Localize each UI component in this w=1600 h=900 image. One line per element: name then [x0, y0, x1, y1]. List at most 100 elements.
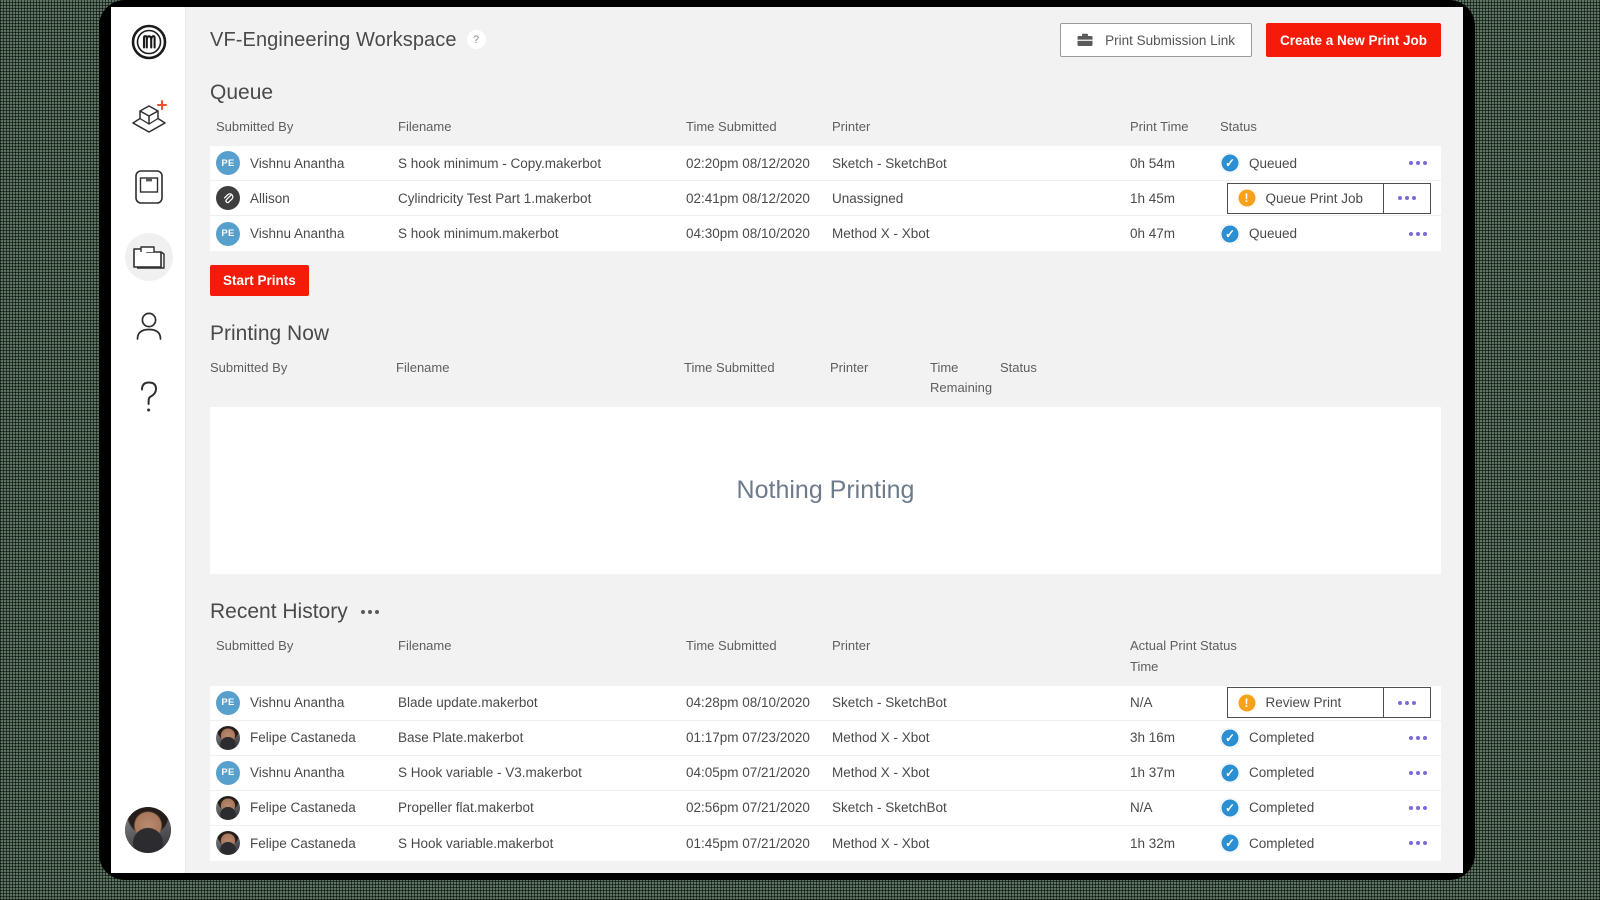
create-new-print-job-button[interactable]: Create a New Print Job: [1265, 23, 1441, 57]
cell-duration: 1h 45m: [1130, 190, 1176, 206]
queue-section-title: Queue: [210, 81, 1441, 105]
avatar-photo: [125, 807, 171, 853]
cell-printer: Method X - Xbot: [832, 835, 930, 851]
cell-submitted-by: Felipe Castaneda: [210, 831, 398, 856]
row-more-options-icon[interactable]: [1407, 836, 1429, 850]
app-window: VF-Engineering Workspace? Print Submissi…: [111, 7, 1463, 873]
cell-time-submitted: 01:17pm 07/23/2020: [686, 730, 810, 746]
table-row[interactable]: Felipe Castaneda S Hook variable.makerbot…: [210, 825, 1441, 861]
avatar-photo: [216, 795, 240, 820]
sidebar-item-account[interactable]: [111, 292, 186, 362]
row-menu-button[interactable]: [1370, 766, 1441, 780]
submitted-by-name: Allison: [250, 190, 290, 206]
cell-time-submitted: 04:05pm 07/21/2020: [686, 765, 810, 781]
status-label: Completed: [1249, 800, 1315, 816]
table-row[interactable]: PE Vishnu Anantha Blade update.makerbot 04:…: [210, 685, 1441, 721]
print-submission-link-label: Print Submission Link: [1105, 32, 1235, 48]
main-content: VF-Engineering Workspace? Print Submissi…: [186, 7, 1463, 873]
sidebar-item-print-queue[interactable]: [111, 222, 186, 292]
printing-now-section-title: Printing Now: [210, 322, 1441, 346]
status-action-box[interactable]: ! Queue Print Job: [1226, 182, 1431, 214]
table-row[interactable]: Felipe Castaneda Propeller flat.makerbot 0…: [210, 790, 1441, 826]
recent-history-title-text: Recent History: [210, 600, 348, 624]
pn-col-time-remaining: Time Remaining: [930, 360, 993, 396]
status-badge[interactable]: ! Queue Print Job: [1228, 188, 1383, 209]
status-badge[interactable]: ! Review Print: [1228, 692, 1383, 713]
sidebar-item-help[interactable]: [111, 362, 186, 432]
row-more-options-icon[interactable]: [1396, 696, 1418, 710]
row-more-options-icon[interactable]: [1407, 227, 1429, 241]
rh-col-status: Status: [1200, 638, 1237, 654]
briefcase-icon: [1077, 33, 1093, 47]
cell-filename: Propeller flat.makerbot: [398, 800, 534, 816]
status-action-box[interactable]: ! Review Print: [1226, 687, 1431, 719]
cell-submitted-by: PE Vishnu Anantha: [210, 760, 398, 785]
cell-submitted-by: Allison: [210, 186, 398, 211]
avatar-photo: [216, 831, 240, 856]
row-more-options-icon[interactable]: [1407, 156, 1429, 170]
recent-history-table-body: PE Vishnu Anantha Blade update.makerbot 04:…: [210, 685, 1441, 861]
queue-col-filename: Filename: [398, 119, 452, 134]
question-mark-icon: [134, 378, 164, 416]
recent-history-more-options-icon[interactable]: [359, 605, 381, 619]
help-badge-icon[interactable]: ?: [466, 30, 486, 49]
cell-filename: S hook minimum.makerbot: [398, 226, 559, 242]
person-icon: [133, 310, 165, 344]
status-label: Queued: [1249, 155, 1298, 171]
check-circle-icon: ✓: [1220, 153, 1240, 174]
cell-filename: S hook minimum - Copy.makerbot: [398, 155, 602, 171]
left-sidebar: [111, 7, 186, 873]
row-menu-button[interactable]: [1370, 801, 1441, 815]
check-circle-icon: ✓: [1220, 797, 1240, 818]
row-menu-button[interactable]: [1370, 836, 1441, 850]
rh-col-actual-print-time: Actual Print Time: [1130, 638, 1197, 674]
status-badge: ✓ Completed: [1220, 833, 1370, 854]
row-menu-button[interactable]: [1384, 191, 1430, 205]
rh-col-printer: Printer: [832, 638, 871, 654]
row-more-options-icon[interactable]: [1407, 801, 1429, 815]
cell-duration: N/A: [1130, 800, 1153, 816]
table-row[interactable]: Felipe Castaneda Base Plate.makerbot 01:17…: [210, 720, 1441, 756]
cell-filename: Blade update.makerbot: [398, 695, 538, 711]
row-more-options-icon[interactable]: [1407, 731, 1429, 745]
submitted-by-name: Felipe Castaneda: [250, 835, 356, 851]
user-avatar[interactable]: [125, 807, 171, 853]
row-menu-button[interactable]: [1370, 731, 1441, 745]
cell-printer: Unassigned: [832, 190, 904, 206]
print-submission-link-button[interactable]: Print Submission Link: [1060, 23, 1252, 57]
row-menu-button[interactable]: [1370, 156, 1441, 170]
row-more-options-icon[interactable]: [1407, 766, 1429, 780]
printer-icon: [132, 167, 166, 207]
start-prints-button[interactable]: Start Prints: [210, 265, 309, 297]
status-label: Completed: [1249, 730, 1315, 746]
status-label: Queued: [1249, 226, 1298, 242]
table-row[interactable]: Allison Cylindricity Test Part 1.makerbot…: [210, 181, 1441, 217]
cell-time-submitted: 02:20pm 08/12/2020: [686, 155, 810, 171]
rh-col-time-submitted: Time Submitted: [686, 638, 777, 654]
top-bar: VF-Engineering Workspace? Print Submissi…: [186, 7, 1463, 73]
avatar-initials: PE: [216, 690, 240, 715]
table-row[interactable]: PE Vishnu Anantha S Hook variable - V3.mak…: [210, 755, 1441, 791]
row-more-options-icon[interactable]: [1396, 191, 1418, 205]
table-row[interactable]: PE Vishnu Anantha S hook minimum.makerbot 0…: [210, 216, 1441, 252]
cell-duration: N/A: [1130, 695, 1153, 711]
cell-duration: 0h 54m: [1130, 155, 1176, 171]
queue-title-text: Queue: [210, 81, 274, 104]
avatar-initials: PE: [216, 760, 240, 785]
avatar-photo: [216, 725, 240, 750]
pn-col-status: Status: [1000, 360, 1037, 376]
cell-time-submitted: 04:28pm 08/10/2020: [686, 695, 810, 711]
sidebar-item-printers[interactable]: [111, 152, 186, 222]
sidebar-item-add-print-job[interactable]: [111, 82, 186, 152]
cell-printer: Method X - Xbot: [832, 226, 930, 242]
cell-filename: S Hook variable.makerbot: [398, 835, 554, 851]
check-circle-icon: ✓: [1220, 727, 1240, 748]
row-menu-button[interactable]: [1384, 696, 1430, 710]
cell-printer: Method X - Xbot: [832, 765, 930, 781]
cell-time-submitted: 02:41pm 08/12/2020: [686, 190, 810, 206]
queue-col-printer: Printer: [832, 119, 871, 134]
cell-printer: Sketch - SketchBot: [832, 695, 947, 711]
row-menu-button[interactable]: [1370, 227, 1441, 241]
table-row[interactable]: PE Vishnu Anantha S hook minimum - Copy.ma…: [210, 146, 1441, 182]
queue-table-body: PE Vishnu Anantha S hook minimum - Copy.ma…: [210, 146, 1441, 252]
